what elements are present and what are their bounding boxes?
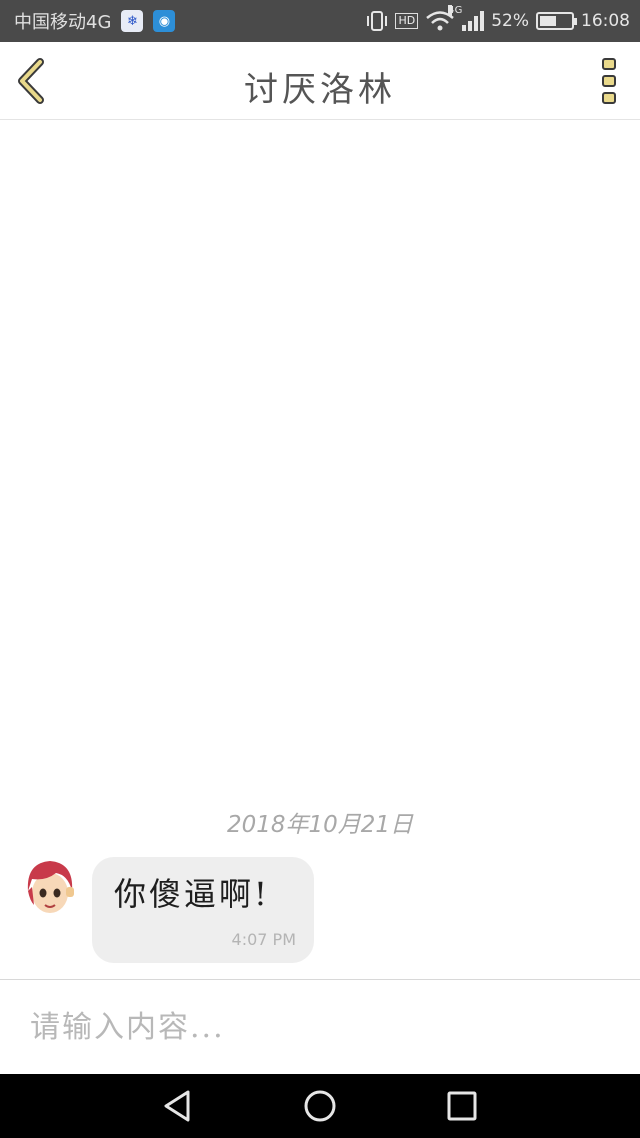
date-separator: 2018年10月21日 <box>226 812 414 838</box>
status-bar-left: 中国移动4G ❄ ◉ <box>14 0 176 42</box>
menu-dot <box>602 58 616 70</box>
status-bar-right: HD 4G 52% 16:08 <box>366 0 630 42</box>
message-bubble[interactable]: 你傻逼啊! 4:07 PM <box>92 857 314 963</box>
cell-signal-icon: 4G <box>448 5 485 31</box>
chat-header: 讨厌洛林 <box>0 42 640 120</box>
nav-back-button[interactable] <box>160 1088 196 1124</box>
map-pin-icon: ◉ <box>153 10 176 32</box>
vibrate-icon <box>367 11 388 31</box>
message-input[interactable] <box>30 1004 610 1050</box>
carrier-label: 中国移动4G <box>14 12 112 33</box>
network-type-label: 4G <box>448 5 463 16</box>
hd-badge: HD <box>395 13 419 29</box>
contact-avatar[interactable] <box>22 857 78 921</box>
message-text: 你傻逼啊! <box>114 875 270 913</box>
message-list[interactable]: 2018年10月21日 你傻逼啊! 4:07 PM <box>0 121 640 979</box>
system-nav-bar <box>0 1074 640 1138</box>
more-menu-button[interactable] <box>602 58 618 104</box>
input-bar <box>0 979 640 1074</box>
menu-dot <box>602 75 616 87</box>
chat-title: 讨厌洛林 <box>244 70 396 110</box>
clock: 16:08 <box>581 11 630 31</box>
menu-dot <box>602 92 616 104</box>
nav-recent-button[interactable] <box>444 1088 480 1124</box>
message-time: 4:07 PM <box>231 930 296 949</box>
battery-icon <box>536 12 577 30</box>
baidu-paw-icon: ❄ <box>121 10 144 32</box>
battery-percent: 52% <box>491 11 529 31</box>
nav-home-button[interactable] <box>302 1088 338 1124</box>
triangle-back-icon <box>164 1090 190 1122</box>
status-bar: 中国移动4G ❄ ◉ HD 4G 52% 16:08 <box>0 0 640 42</box>
circle-home-icon <box>304 1090 336 1122</box>
square-recent-icon <box>447 1091 477 1121</box>
